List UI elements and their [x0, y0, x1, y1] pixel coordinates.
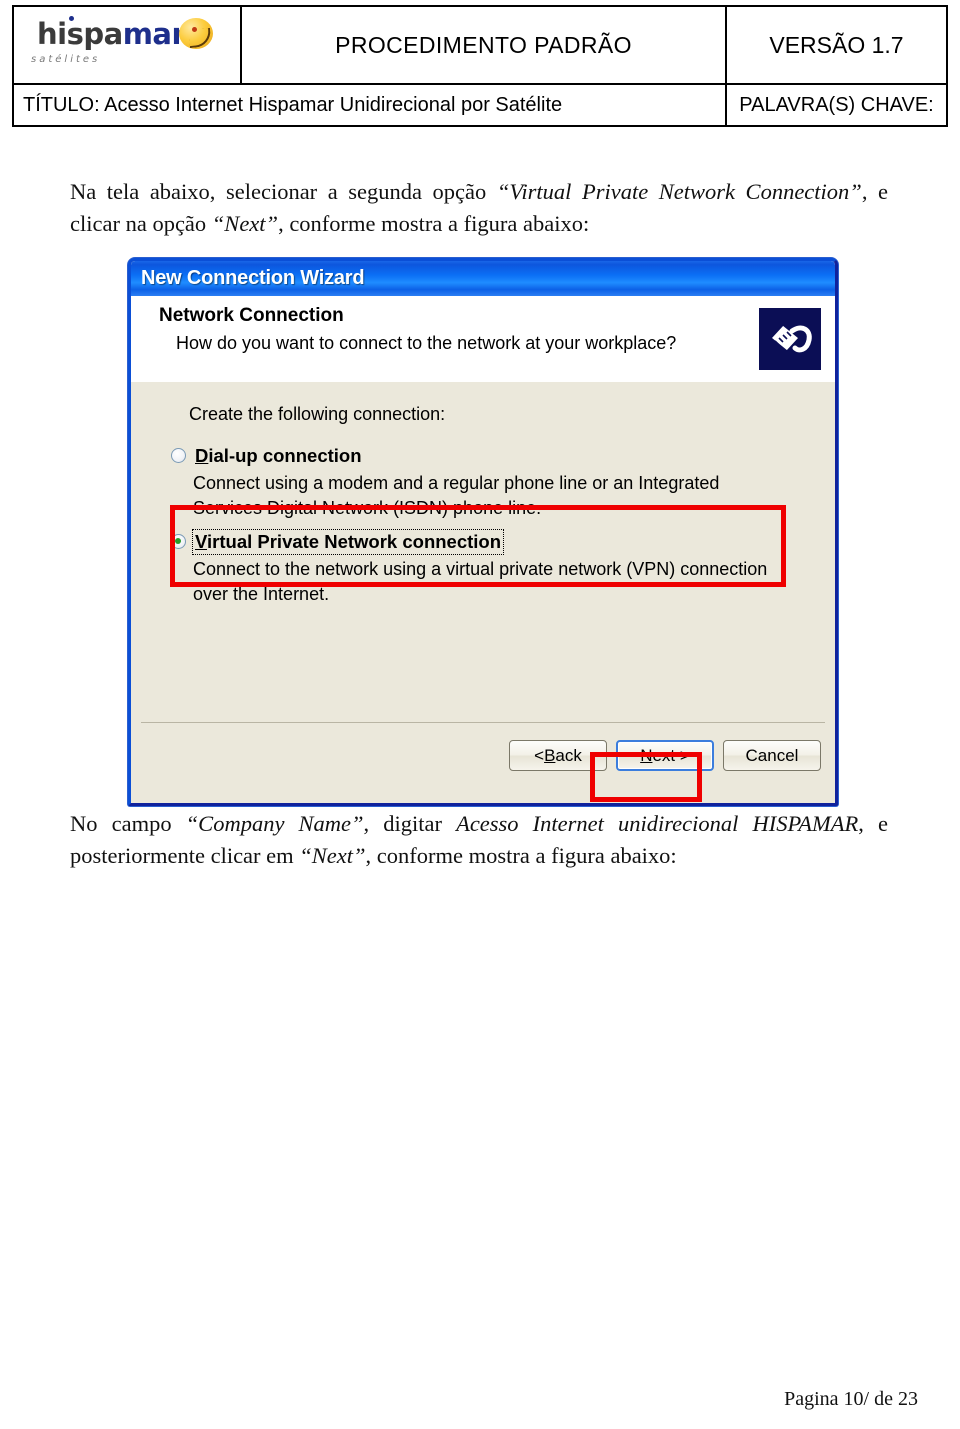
version-label: VERSÃO 1.7: [769, 31, 904, 58]
hispamar-logo: hispamar satélites: [29, 14, 225, 76]
wizard-title-bar: New Connection Wizard: [131, 261, 835, 296]
next-button[interactable]: Next >: [616, 740, 714, 771]
version-cell: VERSÃO 1.7: [727, 7, 946, 83]
instruction-paragraph-bottom: No campo “Company Name”, digitar Acesso …: [70, 811, 888, 868]
instruction-paragraph-top: Na tela abaixo, selecionar a segunda opç…: [70, 179, 888, 236]
radio-option-vpn-description: Connect to the network using a virtual p…: [193, 559, 768, 604]
document-type-label: PROCEDIMENTO PADRÃO: [335, 31, 632, 58]
header-row-top: hispamar satélites PROCEDIMENTO PADRÃO V…: [14, 7, 946, 85]
keywords-label: PALAVRA(S) CHAVE:: [739, 94, 934, 116]
radio-option-vpn-label: Virtual Private Network connection: [191, 529, 505, 555]
radio-option-dial-up-row[interactable]: Dial-up connection: [171, 444, 815, 470]
wizard-button-row: < Back Next > Cancel: [509, 740, 821, 771]
document-type-cell: PROCEDIMENTO PADRÃO: [242, 7, 727, 83]
wizard-button-separator: [141, 722, 825, 723]
radio-button-dial-up-icon[interactable]: [171, 448, 186, 463]
wizard-page-heading: Network Connection: [159, 305, 344, 326]
new-connection-wizard-dialog: New Connection Wizard Network Connection…: [128, 258, 838, 806]
logo-word-hispa: hispa: [37, 17, 123, 51]
radio-option-dial-up-label: Dial-up connection: [195, 445, 362, 466]
logo-word-mar: mar: [122, 17, 186, 51]
page-number-footer: Pagina 10/ de 23: [784, 1388, 918, 1410]
keywords-cell: PALAVRA(S) CHAVE:: [727, 85, 946, 125]
network-plug-icon: [757, 306, 823, 372]
wizard-page-subheading: How do you want to connect to the networ…: [176, 333, 677, 353]
radio-option-dial-up-description: Connect using a modem and a regular phon…: [193, 473, 720, 518]
document-title-cell: TÍTULO: Acesso Internet Hispamar Unidire…: [14, 85, 727, 125]
document-header-table: hispamar satélites PROCEDIMENTO PADRÃO V…: [12, 5, 948, 127]
wizard-header-panel: Network Connection How do you want to co…: [131, 296, 835, 383]
document-title-label: TÍTULO: Acesso Internet Hispamar Unidire…: [23, 94, 563, 116]
logo-tagline: satélites: [31, 54, 101, 65]
radio-option-dial-up[interactable]: Dial-up connection Connect using a modem…: [171, 444, 815, 518]
radio-option-vpn-row[interactable]: Virtual Private Network connection: [171, 529, 815, 556]
wizard-window-title: New Connection Wizard: [141, 267, 365, 289]
radio-selected-dot-icon: [175, 538, 181, 544]
back-button[interactable]: < Back: [509, 740, 607, 771]
cancel-button[interactable]: Cancel: [723, 740, 821, 771]
radio-button-vpn-icon[interactable]: [171, 534, 186, 549]
wizard-lead-text: Create the following connection:: [189, 404, 446, 424]
radio-option-vpn[interactable]: Virtual Private Network connection Conne…: [171, 529, 815, 604]
wizard-body-panel: Create the following connection: Dial-up…: [131, 382, 835, 803]
logo-wordmark: hispamar: [37, 17, 186, 51]
logo-cell: hispamar satélites: [14, 7, 242, 83]
header-row-bottom: TÍTULO: Acesso Internet Hispamar Unidire…: [14, 85, 946, 125]
logo-sphere-dot-icon: [192, 27, 197, 32]
